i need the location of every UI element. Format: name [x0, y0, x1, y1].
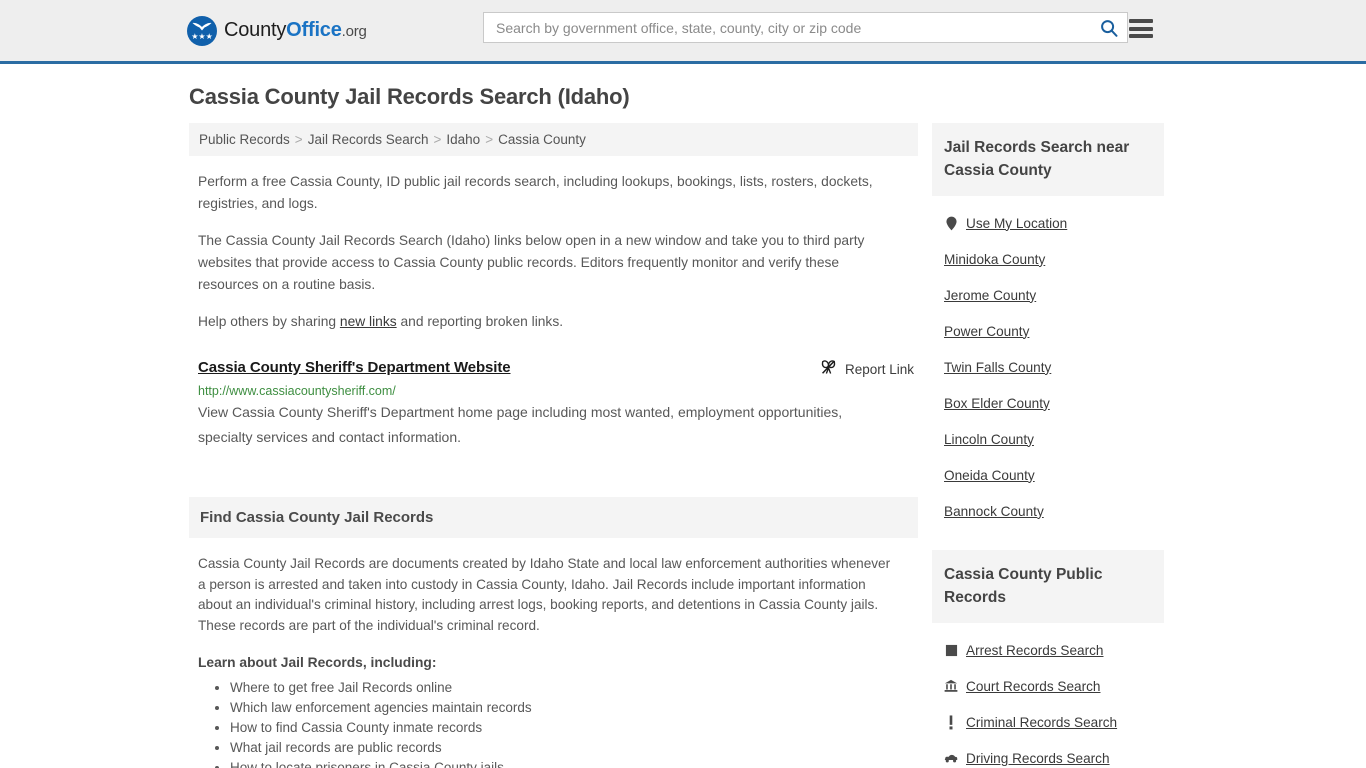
sidebar-link-label[interactable]: Bannock County — [944, 504, 1044, 519]
report-link-label: Report Link — [845, 362, 914, 377]
sidebar: Jail Records Search near Cassia County U… — [932, 123, 1164, 768]
sidebar-link-label[interactable]: Twin Falls County — [944, 360, 1051, 375]
sidebar-divider — [932, 529, 1164, 550]
breadcrumb-separator: > — [434, 132, 442, 147]
logo-stars: ★★★ — [187, 33, 217, 41]
breadcrumb-separator: > — [485, 132, 493, 147]
sidebar-item-minidoka-county[interactable]: Minidoka County — [932, 241, 1164, 277]
sidebar-link-label[interactable]: Criminal Records Search — [966, 715, 1117, 730]
brand-part-office: Office — [286, 19, 341, 41]
result-description: View Cassia County Sheriff's Department … — [198, 400, 888, 450]
sidebar-item-criminal-records-search[interactable]: Criminal Records Search — [932, 704, 1164, 740]
nearby-county-list: Use My Location Minidoka County Jerome C… — [932, 205, 1164, 529]
sidebar-item-use-my-location[interactable]: Use My Location — [932, 205, 1164, 241]
sidebar-link-label[interactable]: Power County — [944, 324, 1029, 339]
breadcrumb-item-idaho[interactable]: Idaho — [446, 132, 480, 147]
page-container: Cassia County Jail Records Search (Idaho… — [183, 64, 1183, 768]
result-url[interactable]: http://www.cassiacountysheriff.com/ — [198, 384, 918, 398]
sidebar-link-label[interactable]: Jerome County — [944, 288, 1036, 303]
exclamation-icon — [944, 714, 958, 730]
report-link-button[interactable]: Report Link — [820, 359, 914, 379]
search-icon[interactable] — [1099, 18, 1119, 38]
sidebar-link-label[interactable]: Arrest Records Search — [966, 643, 1104, 658]
breadcrumb: Public Records > Jail Records Search > Idaho… — [189, 123, 918, 156]
public-records-panel-heading: Cassia County Public Records — [932, 550, 1164, 623]
list-item: What jail records are public records — [230, 738, 918, 758]
list-item: How to find Cassia County inmate records — [230, 718, 918, 738]
page-title: Cassia County Jail Records Search (Idaho… — [189, 84, 1183, 110]
hamburger-bar — [1129, 34, 1153, 38]
sidebar-link-label[interactable]: Minidoka County — [944, 252, 1045, 267]
intro-paragraph-3: Help others by sharing new links and rep… — [198, 311, 898, 333]
breadcrumb-item-jail-records-search[interactable]: Jail Records Search — [308, 132, 429, 147]
sidebar-item-jerome-county[interactable]: Jerome County — [932, 277, 1164, 313]
sidebar-link-label[interactable]: Use My Location — [966, 216, 1067, 231]
sidebar-item-lincoln-county[interactable]: Lincoln County — [932, 421, 1164, 457]
map-pin-icon — [944, 215, 958, 231]
site-logo[interactable]: ★★★ CountyOffice.org — [187, 16, 367, 46]
handcuffs-icon — [944, 642, 958, 658]
share-text-before: Help others by sharing — [198, 314, 340, 329]
breadcrumb-item-public-records[interactable]: Public Records — [199, 132, 290, 147]
intro-paragraph-1: Perform a free Cassia County, ID public … — [198, 171, 898, 215]
sidebar-link-label[interactable]: Oneida County — [944, 468, 1035, 483]
learn-about-title: Learn about Jail Records, including: — [198, 655, 918, 670]
find-section-body: Cassia County Jail Records are documents… — [198, 554, 898, 636]
sidebar-link-label[interactable]: Driving Records Search — [966, 751, 1110, 766]
learn-about-list: Where to get free Jail Records online Wh… — [198, 678, 918, 768]
sidebar-item-power-county[interactable]: Power County — [932, 313, 1164, 349]
hamburger-bar — [1129, 27, 1153, 31]
brand-part-county: County — [224, 19, 286, 41]
brand-part-org: .org — [342, 23, 367, 40]
breadcrumb-item-cassia-county[interactable]: Cassia County — [498, 132, 586, 147]
result-title-link[interactable]: Cassia County Sheriff's Department Websi… — [198, 359, 511, 376]
sidebar-link-label[interactable]: Lincoln County — [944, 432, 1034, 447]
list-item: Where to get free Jail Records online — [230, 678, 918, 698]
new-links-link[interactable]: new links — [340, 314, 397, 329]
sidebar-item-driving-records-search[interactable]: Driving Records Search — [932, 740, 1164, 768]
sidebar-item-twin-falls-county[interactable]: Twin Falls County — [932, 349, 1164, 385]
search-bar — [483, 12, 1128, 43]
public-records-list: Arrest Records Search Court Records Sear… — [932, 632, 1164, 768]
sidebar-link-label[interactable]: Court Records Search — [966, 679, 1100, 694]
intro-paragraph-2: The Cassia County Jail Records Search (I… — [198, 230, 898, 296]
find-section-heading: Find Cassia County Jail Records — [189, 497, 918, 538]
sidebar-item-box-elder-county[interactable]: Box Elder County — [932, 385, 1164, 421]
brand-wordmark: CountyOffice.org — [224, 19, 367, 42]
search-input[interactable] — [494, 19, 1099, 37]
sidebar-link-label[interactable]: Box Elder County — [944, 396, 1050, 411]
hamburger-menu-icon[interactable] — [1129, 19, 1153, 38]
sidebar-item-oneida-county[interactable]: Oneida County — [932, 457, 1164, 493]
car-icon — [944, 750, 958, 766]
hamburger-bar — [1129, 19, 1153, 23]
share-text-after: and reporting broken links. — [397, 314, 563, 329]
list-item: How to locate prisoners in Cassia County… — [230, 758, 918, 768]
courthouse-icon — [944, 678, 958, 694]
result-item: Cassia County Sheriff's Department Websi… — [198, 359, 918, 450]
site-header: ★★★ CountyOffice.org — [0, 0, 1366, 64]
nearby-panel-heading: Jail Records Search near Cassia County — [932, 123, 1164, 196]
list-item: Which law enforcement agencies maintain … — [230, 698, 918, 718]
main-content: Public Records > Jail Records Search > Idaho… — [189, 123, 918, 768]
sidebar-item-court-records-search[interactable]: Court Records Search — [932, 668, 1164, 704]
sidebar-item-bannock-county[interactable]: Bannock County — [932, 493, 1164, 529]
breadcrumb-separator: > — [295, 132, 303, 147]
broken-link-icon — [820, 359, 837, 379]
eagle-circle-logo-icon: ★★★ — [187, 16, 217, 46]
sidebar-item-arrest-records-search[interactable]: Arrest Records Search — [932, 632, 1164, 668]
